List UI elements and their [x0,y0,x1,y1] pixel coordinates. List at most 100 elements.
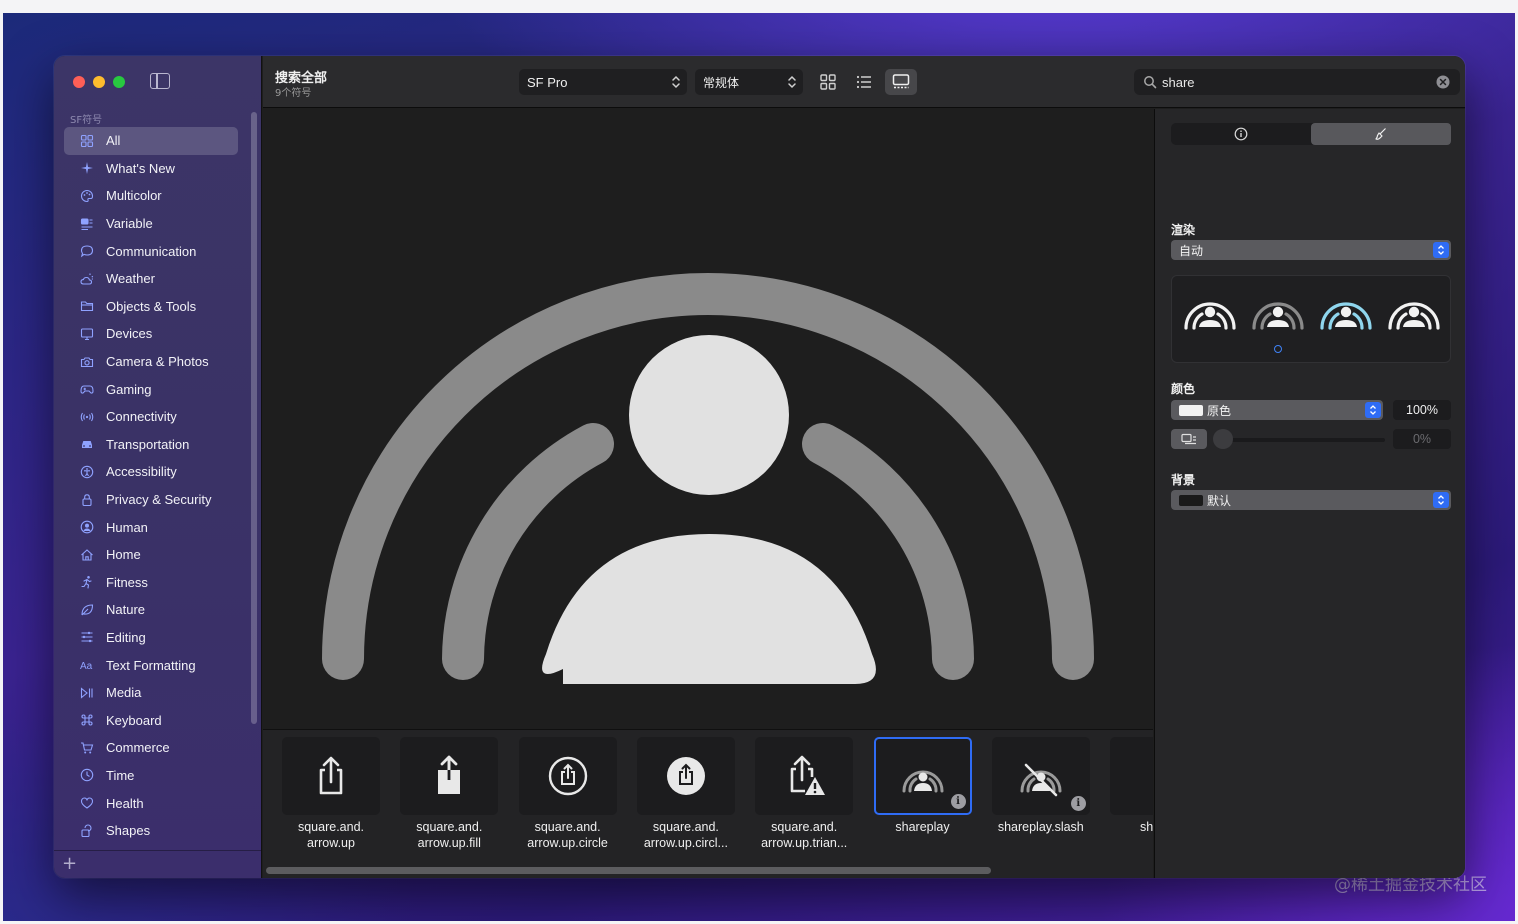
sidebar-item-label: Privacy & Security [106,492,212,508]
symbol-thumbnail-box[interactable] [400,737,499,815]
sidebar-scrollbar[interactable] [251,112,257,724]
sidebar-item-variable[interactable]: Variable [64,210,238,238]
strip-scrollbar[interactable] [266,867,991,874]
symbol-thumbnail-box[interactable]: i [873,737,972,815]
symbol-thumbnail-box[interactable] [755,737,854,815]
sidebar-item-health[interactable]: Health [64,789,238,817]
symbol-thumbnail-box[interactable] [636,737,735,815]
symbol-thumbnail[interactable]: square.and. arrow.up.fill [400,737,499,851]
sidebar-item-human[interactable]: Human [64,513,238,541]
sidebar-item-label: Communication [106,243,197,259]
gallery-view-button[interactable] [885,69,917,95]
clear-search-icon[interactable] [1436,75,1450,89]
sidebar-item-media[interactable]: Media [64,679,238,707]
chevron-updown-icon [1365,402,1381,418]
opacity-slider-track[interactable] [1217,438,1385,442]
info-badge-icon[interactable]: i [950,794,966,809]
bubble-icon [80,244,94,258]
background-swatch [1179,494,1203,506]
symbol-thumbnail[interactable]: square.and. arrow.up.circle [518,737,617,851]
sidebar-item-transportation[interactable]: Transportation [64,431,238,459]
secondary-color-button[interactable] [1171,429,1207,449]
info-tab[interactable] [1171,123,1311,145]
sidebar-item-label: Editing [106,629,146,645]
font-popup[interactable]: SF Pro [519,69,687,95]
sidebar-item-label: Fitness [106,574,148,590]
sidebar-item-what-s-new[interactable]: What's New [64,155,238,183]
sidebar-item-keyboard[interactable]: Keyboard [64,706,238,734]
sidebar-item-label: Gaming [106,381,152,397]
symbol-thumbnail[interactable]: square.and. arrow.up.trian... [755,737,854,851]
desktop-background: @稀土掘金技术社区 SF符号 All What's New Multicolor Va… [3,13,1515,921]
category-list: All What's New Multicolor Variable Communica… [64,127,238,844]
secondary-opacity-field[interactable]: 0% [1393,429,1451,449]
symbol-thumbnail[interactable]: square.and. arrow.up [282,737,380,851]
background-label: 背景 [1171,473,1196,487]
weight-popup[interactable]: 常规体 [695,69,803,95]
sidebar-item-shapes[interactable]: Shapes [64,817,238,845]
sidebar-item-camera-photos[interactable]: Camera & Photos [64,348,238,376]
sidebar-item-nature[interactable]: Nature [64,596,238,624]
sidebar-item-gaming[interactable]: Gaming [64,375,238,403]
color-well-icon [1181,433,1196,445]
toolbar: 搜索全部 9个符号 SF Pro 常规体 [263,56,1465,108]
sidebar-item-privacy-security[interactable]: Privacy & Security [64,486,238,514]
monochrome-mode-icon[interactable] [1180,294,1240,334]
symbol-thumbnail[interactable]: i shareplay.slash [991,737,1090,835]
sliders-icon [80,630,94,644]
symbol-thumbnail-box[interactable] [1110,737,1153,815]
sidebar-item-label: Transportation [106,436,190,452]
sidebar-item-communication[interactable]: Communication [64,237,238,265]
rendering-select[interactable]: 自动 [1171,240,1451,260]
accessibility-icon [80,465,94,479]
symbol-thumbnail-box[interactable]: i [991,737,1090,815]
sidebar-item-text-formatting[interactable]: Aa Text Formatting [64,651,238,679]
hierarchical-mode-icon[interactable] [1248,294,1308,334]
rendering-value: 自动 [1179,243,1204,258]
sidebar-item-fitness[interactable]: Fitness [64,569,238,597]
sidebar-section-label: SF符号 [70,115,103,126]
sidebar-item-objects-tools[interactable]: Objects & Tools [64,293,238,321]
svg-text:Aa: Aa [80,661,93,672]
sidebar-item-all[interactable]: All [64,127,238,155]
sidebar-item-accessibility[interactable]: Accessibility [64,458,238,486]
sidebar-item-time[interactable]: Time [64,762,238,790]
symbol-thumbnail[interactable]: square.and. arrow.up.circl... [636,737,735,851]
sidebar-item-label: Shapes [106,823,151,839]
search-input[interactable] [1162,73,1412,91]
window-controls [73,76,125,88]
palette-mode-icon[interactable] [1316,294,1376,334]
customize-tab[interactable] [1311,123,1451,145]
close-window-button[interactable] [73,76,85,88]
multicolor-mode-icon[interactable] [1384,294,1444,334]
add-collection-button[interactable]: + [62,853,77,874]
sidebar-item-multicolor[interactable]: Multicolor [64,182,238,210]
symbol-thumbnail[interactable]: i shareplay [873,737,972,835]
symbol-thumbnail-box[interactable] [282,737,380,815]
color-swatch [1179,404,1203,416]
car-icon [80,437,94,451]
search-field[interactable] [1134,69,1460,95]
sidebar-item-home[interactable]: Home [64,541,238,569]
sidebar-item-label: Connectivity [106,409,177,425]
symbol-thumbnail-box[interactable] [518,737,617,815]
sidebar-item-editing[interactable]: Editing [64,624,238,652]
symbol-strip: square.and. arrow.up square.and. arrow.up… [263,729,1153,878]
zoom-window-button[interactable] [113,76,125,88]
color-select[interactable]: 原色 [1171,400,1383,420]
cart-icon [80,741,94,755]
opacity-slider-knob[interactable] [1213,429,1233,449]
color-opacity-field[interactable]: 100% [1393,400,1451,420]
symbol-thumbnail[interactable]: shared [1110,737,1153,835]
sidebar-item-devices[interactable]: Devices [64,320,238,348]
sidebar-toggle-icon[interactable] [150,73,170,89]
grid-view-button[interactable] [816,71,840,93]
list-view-button[interactable] [852,71,876,93]
info-badge-icon[interactable]: i [1070,796,1086,811]
background-select[interactable]: 默认 [1171,490,1451,510]
sidebar-item-connectivity[interactable]: Connectivity [64,403,238,431]
minimize-window-button[interactable] [93,76,105,88]
sidebar-item-commerce[interactable]: Commerce [64,734,238,762]
sidebar-item-label: Commerce [106,740,170,756]
sidebar-item-weather[interactable]: Weather [64,265,238,293]
